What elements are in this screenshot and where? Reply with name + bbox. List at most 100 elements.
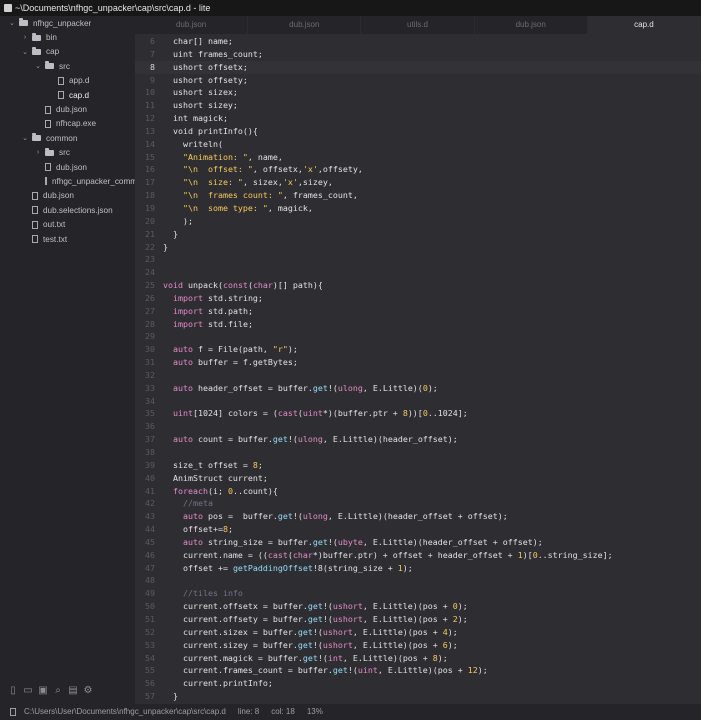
code-token: ushort sizex; bbox=[163, 87, 238, 98]
code-line: 22} bbox=[135, 241, 701, 254]
tree-folder[interactable]: ⌄ common bbox=[0, 131, 135, 145]
line-number: 26 bbox=[145, 292, 155, 303]
tree-file[interactable]: app.d bbox=[0, 74, 135, 88]
code-token: , E.Little)(header_offset + offset); bbox=[362, 536, 543, 547]
code-text: ushort sizey; bbox=[163, 99, 238, 112]
tree-file[interactable]: dub.json bbox=[0, 102, 135, 116]
tab[interactable]: cap.d bbox=[587, 16, 701, 34]
tree-item-label: dub.json bbox=[56, 162, 87, 172]
code-line: 18 "\n frames count: ", frames_count, bbox=[135, 189, 701, 202]
code-token: !( bbox=[347, 665, 358, 676]
code-token: !( bbox=[287, 434, 298, 445]
tree-item-label: nfhgc_unpacker_comm bbox=[52, 176, 135, 186]
code-text: current.magick = buffer.get!(int, E.Litt… bbox=[163, 652, 448, 665]
code-line: 50 current.offsetx = buffer.get!(ushort,… bbox=[135, 600, 701, 613]
tree-item-label: cap bbox=[46, 47, 60, 57]
settings-icon[interactable]: ⚙ bbox=[83, 686, 93, 696]
tree-file[interactable]: dub.json bbox=[0, 160, 135, 174]
code-token: "\n frames count: " bbox=[182, 190, 283, 201]
save-icon[interactable]: ▣ bbox=[38, 686, 48, 696]
tab[interactable]: dub.json bbox=[475, 16, 588, 34]
code-token: ushort bbox=[322, 639, 353, 650]
project-search-icon[interactable]: ▤ bbox=[68, 686, 78, 696]
file-tree: ⌄ nfhgc_unpacker › bin ⌄ cap ⌄ src app.d cap.d dub… bbox=[0, 16, 135, 246]
line-number: 46 bbox=[145, 549, 155, 560]
code-line: 48 bbox=[135, 574, 701, 587]
code-editor[interactable]: 6 char[] name; 7 uint frames_count; 8 usho… bbox=[135, 34, 701, 704]
title-bar: ~\Documents\nfhgc_unpacker\cap\src\cap.d… bbox=[0, 0, 701, 16]
line-number: 47 bbox=[145, 562, 155, 573]
code-token: get bbox=[277, 511, 293, 522]
code-token: "r" bbox=[272, 344, 288, 355]
tree-file[interactable]: dub.json bbox=[0, 189, 135, 203]
tree-item-label: dub.selections.json bbox=[43, 205, 113, 215]
code-token: current.sizex = buffer. bbox=[163, 626, 298, 637]
file-icon bbox=[32, 191, 38, 200]
code-token: writeln( bbox=[163, 138, 223, 149]
code-token: ..1024]; bbox=[427, 408, 468, 419]
tree-item-label: src bbox=[59, 148, 70, 158]
code-text: current.sizex = buffer.get!(ushort, E.Li… bbox=[163, 626, 458, 639]
line-number: 25 bbox=[145, 280, 155, 291]
code-text: auto string_size = buffer.get!(ubyte, E.… bbox=[163, 536, 543, 549]
tree-folder[interactable]: › src bbox=[0, 146, 135, 160]
tree-file[interactable]: nfhcap.exe bbox=[0, 117, 135, 131]
tree-folder[interactable]: › bin bbox=[0, 30, 135, 44]
code-token: , E.Little)(pos + bbox=[352, 639, 443, 650]
tree-file[interactable]: dub.selections.json bbox=[0, 203, 135, 217]
code-token: cast bbox=[267, 549, 288, 560]
tree-file[interactable]: cap.d bbox=[0, 88, 135, 102]
line-number: 19 bbox=[145, 202, 155, 213]
code-token: *)(buffer.ptr + bbox=[322, 408, 403, 419]
tree-item-label: test.txt bbox=[43, 234, 68, 244]
code-text: void unpack(const(char)[] path){ bbox=[163, 279, 323, 292]
code-token: , offsetx, bbox=[252, 164, 303, 175]
tab[interactable]: dub.json bbox=[135, 16, 249, 34]
tree-folder[interactable]: ⌄ cap bbox=[0, 45, 135, 59]
code-token: AnimStruct current; bbox=[163, 472, 268, 483]
tree-folder[interactable]: ⌄ nfhgc_unpacker bbox=[0, 16, 135, 30]
tree-folder[interactable]: ⌄ src bbox=[0, 59, 135, 73]
line-number: 18 bbox=[145, 190, 155, 201]
tab[interactable]: utils.d bbox=[361, 16, 475, 34]
code-line: 10 ushort sizex; bbox=[135, 86, 701, 99]
find-icon[interactable]: ⌕ bbox=[53, 686, 63, 696]
line-number: 55 bbox=[145, 665, 155, 676]
code-token: ushort offsetx; bbox=[163, 61, 248, 72]
code-text: import std.file; bbox=[163, 318, 253, 331]
code-token: size_t offset = bbox=[163, 459, 253, 470]
new-file-icon[interactable]: ▯ bbox=[8, 686, 18, 696]
code-token: std.string; bbox=[202, 292, 263, 303]
tree-file[interactable]: out.txt bbox=[0, 217, 135, 231]
code-token: ushort sizey; bbox=[163, 100, 238, 111]
code-line: 6 char[] name; bbox=[135, 35, 701, 48]
code-token: , E.Little)(pos + bbox=[352, 626, 443, 637]
file-icon bbox=[32, 220, 38, 229]
code-text: current.offsety = buffer.get!(ushort, E.… bbox=[163, 613, 468, 626]
code-token: } bbox=[163, 691, 178, 702]
code-line: 32 bbox=[135, 369, 701, 382]
sidebar: ⌄ nfhgc_unpacker › bin ⌄ cap ⌄ src app.d cap.d dub… bbox=[0, 16, 135, 704]
code-token: get bbox=[332, 665, 348, 676]
tree-item-label: nfhgc_unpacker bbox=[33, 18, 92, 28]
file-icon bbox=[45, 105, 51, 114]
code-token: //tiles info bbox=[182, 588, 243, 599]
code-token: std.file; bbox=[202, 318, 253, 329]
open-folder-icon[interactable]: ▭ bbox=[23, 686, 33, 696]
tab[interactable]: dub.json bbox=[248, 16, 362, 34]
code-line: 23 bbox=[135, 253, 701, 266]
code-token: )[ bbox=[522, 549, 533, 560]
tree-file[interactable]: test.txt bbox=[0, 232, 135, 246]
code-line: 45 auto string_size = buffer.get!(ubyte,… bbox=[135, 536, 701, 549]
code-token: , E.Little)(pos + bbox=[342, 652, 433, 663]
code-line: 47 offset += getPaddingOffset!8(string_s… bbox=[135, 562, 701, 575]
code-line: 44 offset+=8; bbox=[135, 523, 701, 536]
tree-file[interactable]: nfhgc_unpacker_comm bbox=[0, 174, 135, 188]
tab-bar: dub.json dub.json utils.d dub.json cap.d bbox=[135, 16, 701, 34]
line-number: 50 bbox=[145, 601, 155, 612]
code-line: 11 ushort sizey; bbox=[135, 99, 701, 112]
